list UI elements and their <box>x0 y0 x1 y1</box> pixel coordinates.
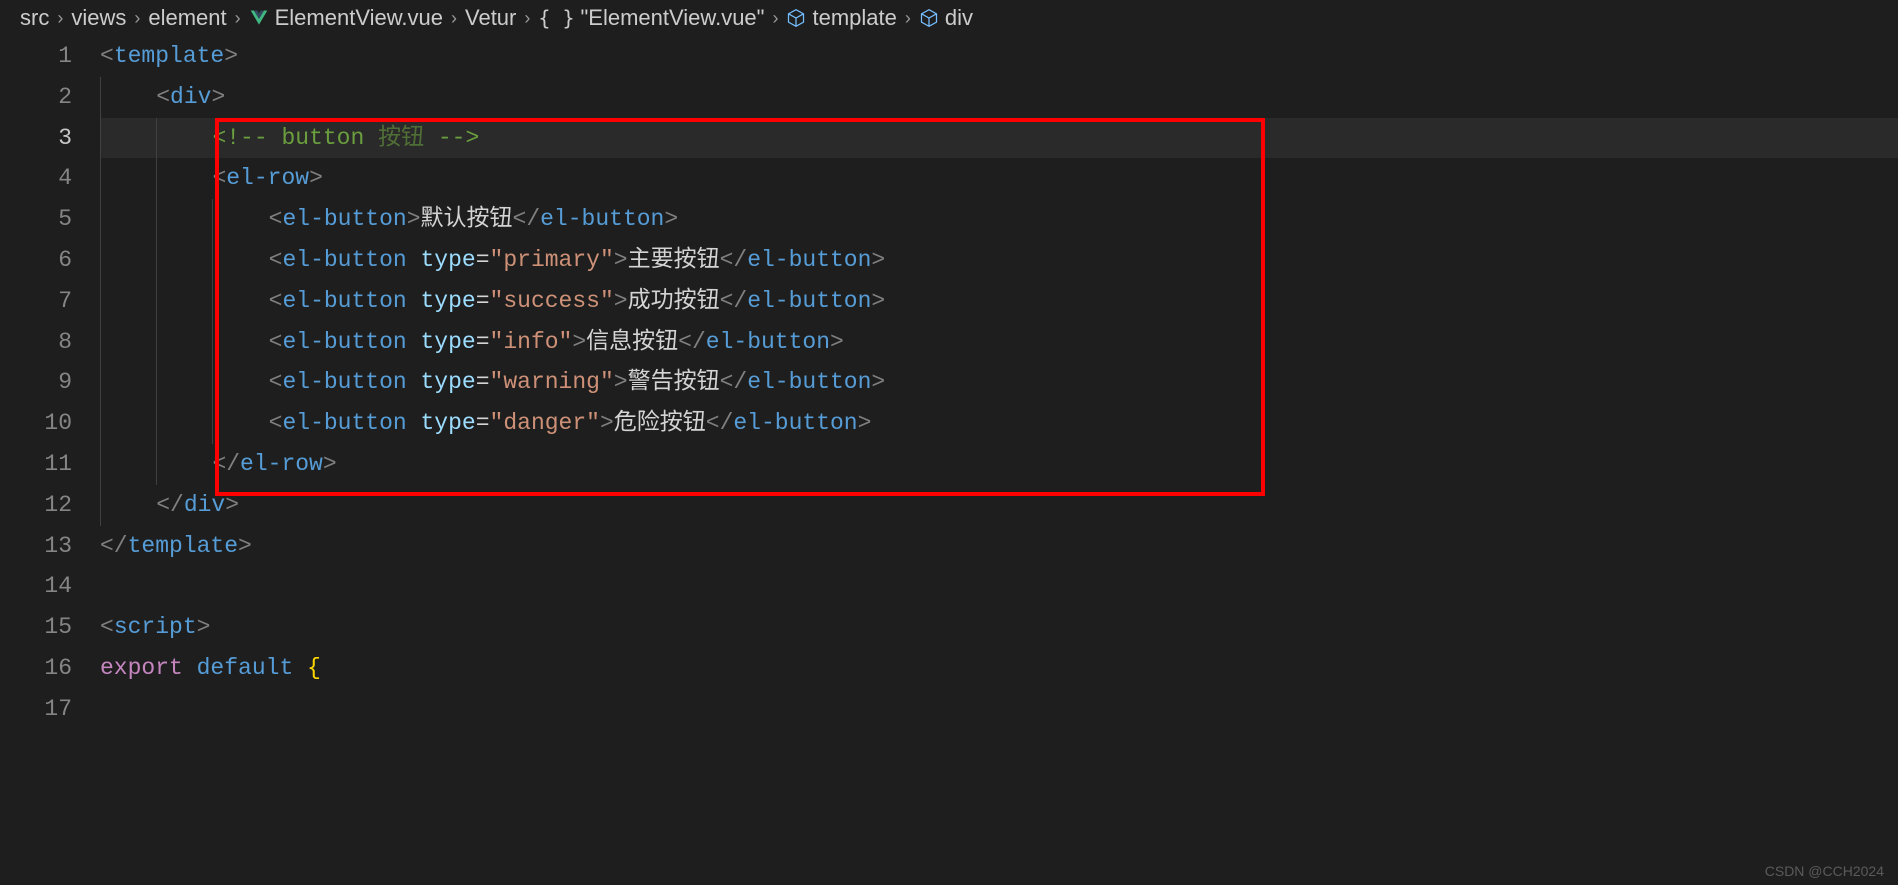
line-number: 1 <box>0 36 72 77</box>
breadcrumb-item-views[interactable]: views <box>71 5 126 31</box>
code-line[interactable] <box>100 689 1898 730</box>
chevron-right-icon: › <box>134 8 140 29</box>
line-number: 15 <box>0 607 72 648</box>
breadcrumb: src › views › element › ElementView.vue … <box>0 0 1898 36</box>
code-line[interactable]: <el-button type="warning">警告按钮</el-butto… <box>100 362 1898 403</box>
code-line[interactable] <box>100 566 1898 607</box>
chevron-right-icon: › <box>451 8 457 29</box>
cube-icon <box>786 8 806 28</box>
code-line[interactable]: <el-button type="primary">主要按钮</el-butto… <box>100 240 1898 281</box>
breadcrumb-item-file[interactable]: ElementView.vue <box>275 5 443 31</box>
code-line[interactable]: <script> <box>100 607 1898 648</box>
code-line[interactable]: <el-row> <box>100 158 1898 199</box>
braces-icon: { } <box>538 6 574 30</box>
chevron-right-icon: › <box>905 8 911 29</box>
code-line[interactable]: </div> <box>100 485 1898 526</box>
code-editor[interactable]: 1 2 3 4 5 6 7 8 9 10 11 12 13 14 15 16 1… <box>0 36 1898 885</box>
breadcrumb-item-element[interactable]: element <box>148 5 226 31</box>
watermark: CSDN @CCH2024 <box>1765 863 1884 879</box>
code-line[interactable]: <!-- button 按钮 --> <box>100 118 1898 159</box>
line-number: 12 <box>0 485 72 526</box>
breadcrumb-item-filename[interactable]: "ElementView.vue" <box>581 5 765 31</box>
cube-icon <box>919 8 939 28</box>
code-content[interactable]: <template> <div> <!-- button 按钮 --> <el-… <box>100 36 1898 885</box>
line-number: 8 <box>0 322 72 363</box>
code-line[interactable]: <el-button type="success">成功按钮</el-butto… <box>100 281 1898 322</box>
breadcrumb-item-template[interactable]: template <box>812 5 896 31</box>
breadcrumb-item-div[interactable]: div <box>945 5 973 31</box>
line-number: 10 <box>0 403 72 444</box>
chevron-right-icon: › <box>524 8 530 29</box>
line-gutter: 1 2 3 4 5 6 7 8 9 10 11 12 13 14 15 16 1… <box>0 36 100 885</box>
line-number: 14 <box>0 566 72 607</box>
code-line[interactable]: <el-button type="info">信息按钮</el-button> <box>100 322 1898 363</box>
breadcrumb-item-vetur[interactable]: Vetur <box>465 5 516 31</box>
line-number: 3 <box>0 118 72 159</box>
code-line[interactable]: </el-row> <box>100 444 1898 485</box>
breadcrumb-item-src[interactable]: src <box>20 5 49 31</box>
chevron-right-icon: › <box>57 8 63 29</box>
chevron-right-icon: › <box>772 8 778 29</box>
line-number: 17 <box>0 689 72 730</box>
code-line[interactable]: export default { <box>100 648 1898 689</box>
line-number: 4 <box>0 158 72 199</box>
chevron-right-icon: › <box>235 8 241 29</box>
code-line[interactable]: </template> <box>100 526 1898 567</box>
line-number: 7 <box>0 281 72 322</box>
line-number: 16 <box>0 648 72 689</box>
vue-icon <box>249 8 269 28</box>
line-number: 9 <box>0 362 72 403</box>
line-number: 11 <box>0 444 72 485</box>
code-line[interactable]: <div> <box>100 77 1898 118</box>
line-number: 2 <box>0 77 72 118</box>
code-line[interactable]: <template> <box>100 36 1898 77</box>
code-line[interactable]: <el-button>默认按钮</el-button> <box>100 199 1898 240</box>
line-number: 13 <box>0 526 72 567</box>
line-number: 5 <box>0 199 72 240</box>
code-line[interactable]: <el-button type="danger">危险按钮</el-button… <box>100 403 1898 444</box>
line-number: 6 <box>0 240 72 281</box>
